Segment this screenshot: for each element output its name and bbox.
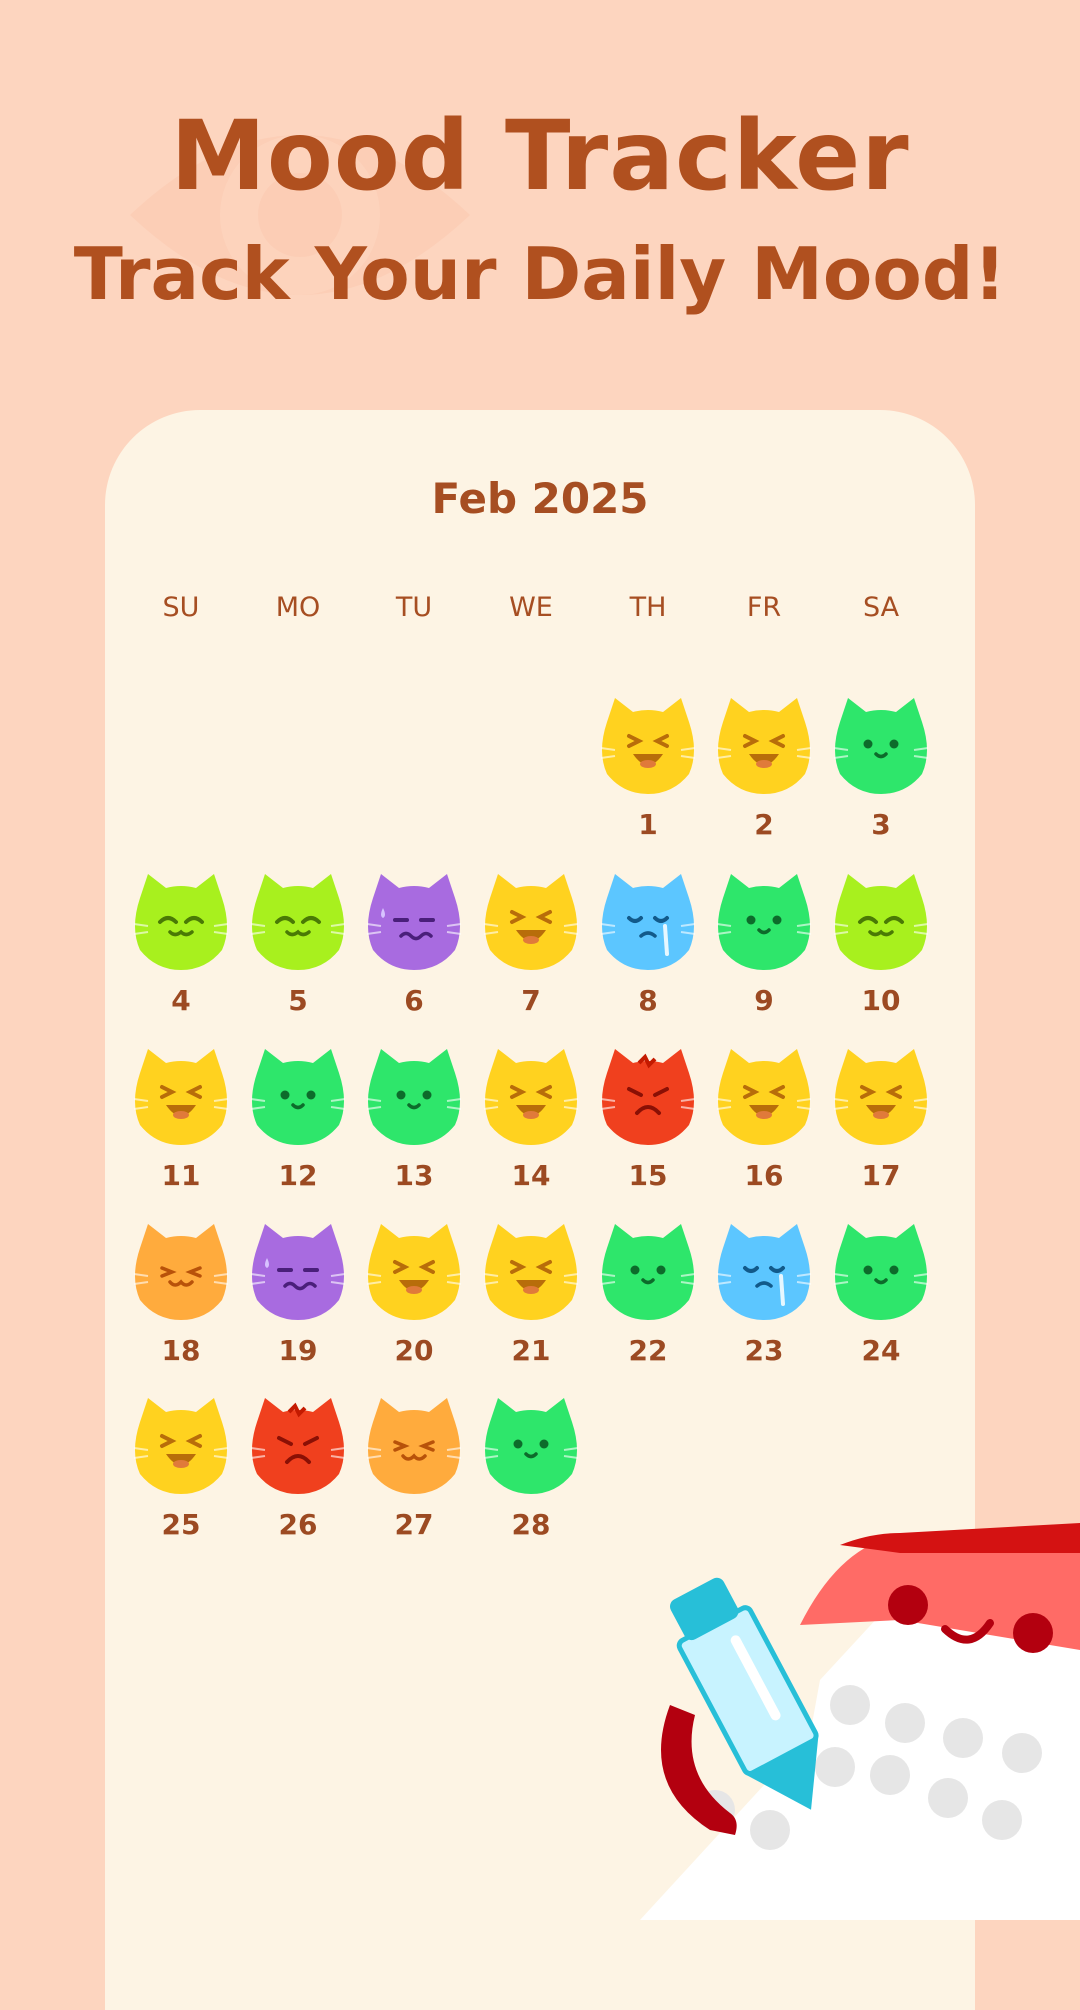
day-cell[interactable]: 9 bbox=[709, 868, 819, 1028]
day-cell[interactable]: 3 bbox=[826, 692, 936, 852]
day-number: 15 bbox=[628, 1159, 668, 1192]
day-number: 8 bbox=[638, 984, 658, 1017]
day-cell[interactable]: 15 bbox=[593, 1043, 703, 1203]
weekday-label: WE bbox=[509, 592, 553, 623]
day-number: 11 bbox=[161, 1159, 201, 1192]
day-number: 10 bbox=[861, 984, 901, 1017]
day-number: 18 bbox=[161, 1334, 201, 1367]
day-number: 6 bbox=[404, 984, 424, 1017]
day-cell[interactable]: 20 bbox=[359, 1218, 469, 1378]
day-number: 21 bbox=[511, 1334, 551, 1367]
weekday-label: FR bbox=[746, 592, 782, 623]
day-number: 25 bbox=[161, 1508, 201, 1541]
day-cell[interactable]: 4 bbox=[126, 868, 236, 1028]
day-number: 17 bbox=[861, 1159, 901, 1192]
day-cell[interactable]: 21 bbox=[476, 1218, 586, 1378]
day-number: 19 bbox=[278, 1334, 318, 1367]
day-cell[interactable]: 7 bbox=[476, 868, 586, 1028]
day-cell[interactable]: 27 bbox=[359, 1392, 469, 1552]
day-number: 3 bbox=[871, 808, 891, 841]
day-cell[interactable]: 2 bbox=[709, 692, 819, 852]
weekday-label: TU bbox=[395, 592, 433, 623]
day-cell[interactable]: 8 bbox=[593, 868, 703, 1028]
day-cell[interactable]: 26 bbox=[243, 1392, 353, 1552]
weekday-label: SU bbox=[162, 592, 200, 623]
weekday-label: TH bbox=[629, 592, 667, 623]
day-cell[interactable]: 18 bbox=[126, 1218, 236, 1378]
page-title: Mood Tracker bbox=[170, 100, 910, 212]
day-number: 14 bbox=[511, 1159, 551, 1192]
day-number: 27 bbox=[394, 1508, 434, 1541]
day-number: 2 bbox=[754, 808, 774, 841]
day-cell[interactable]: 14 bbox=[476, 1043, 586, 1203]
day-cell[interactable]: 12 bbox=[243, 1043, 353, 1203]
day-cell[interactable]: 11 bbox=[126, 1043, 236, 1203]
day-cell[interactable]: 17 bbox=[826, 1043, 936, 1203]
day-number: 20 bbox=[394, 1334, 434, 1367]
day-cell[interactable]: 25 bbox=[126, 1392, 236, 1552]
day-cell[interactable]: 23 bbox=[709, 1218, 819, 1378]
day-number: 5 bbox=[288, 984, 308, 1017]
day-number: 16 bbox=[744, 1159, 784, 1192]
day-cell[interactable]: 5 bbox=[243, 868, 353, 1028]
weekday-label: MO bbox=[275, 592, 321, 623]
day-number: 9 bbox=[754, 984, 774, 1017]
day-cell[interactable]: 13 bbox=[359, 1043, 469, 1203]
day-number: 23 bbox=[744, 1334, 784, 1367]
day-cell[interactable]: 19 bbox=[243, 1218, 353, 1378]
day-cell[interactable]: 1 bbox=[593, 692, 703, 852]
day-cell[interactable]: 24 bbox=[826, 1218, 936, 1378]
day-number: 22 bbox=[628, 1334, 668, 1367]
day-number: 12 bbox=[278, 1159, 318, 1192]
day-number: 1 bbox=[638, 808, 658, 841]
day-cell[interactable]: 6 bbox=[359, 868, 469, 1028]
day-cell[interactable]: 16 bbox=[709, 1043, 819, 1203]
page-subtitle: Track Your Daily Mood! bbox=[73, 232, 1007, 316]
day-number: 13 bbox=[394, 1159, 434, 1192]
month-label[interactable]: Feb 2025 bbox=[0, 474, 1080, 523]
calendar-with-pen-icon bbox=[640, 1523, 1080, 1920]
day-number: 24 bbox=[861, 1334, 901, 1367]
day-cell[interactable]: 28 bbox=[476, 1392, 586, 1552]
day-number: 7 bbox=[521, 984, 541, 1017]
weekday-label: SA bbox=[862, 592, 900, 623]
day-number: 4 bbox=[171, 984, 191, 1017]
day-cell[interactable]: 10 bbox=[826, 868, 936, 1028]
day-number: 26 bbox=[278, 1508, 318, 1541]
day-cell[interactable]: 22 bbox=[593, 1218, 703, 1378]
day-number: 28 bbox=[511, 1508, 551, 1541]
